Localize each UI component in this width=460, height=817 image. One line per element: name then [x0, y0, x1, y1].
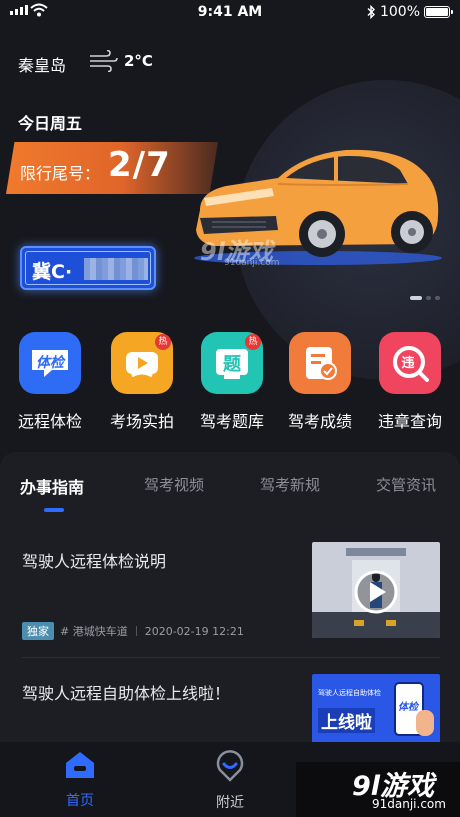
question-bank-icon: 题 热 — [201, 332, 263, 394]
carousel-dot[interactable] — [426, 296, 431, 300]
divider — [22, 657, 440, 658]
remote-check-icon: 体检 — [19, 332, 81, 394]
location-icon — [216, 750, 244, 782]
battery-icon — [424, 6, 453, 18]
tab-traffic-news[interactable]: 交管资讯 — [376, 474, 436, 495]
news-date: 2020-02-19 12:21 — [144, 624, 244, 638]
video-icon: 热 — [111, 332, 173, 394]
news-thumbnail — [312, 542, 440, 638]
status-bar: 9:41 AM 100% — [0, 0, 460, 26]
exclusive-badge: 独家 — [22, 622, 54, 640]
tab-indicator — [44, 508, 64, 512]
hot-badge: 热 — [245, 334, 261, 350]
city-name[interactable]: 秦皇岛 — [18, 52, 66, 76]
tab-exam-rules[interactable]: 驾考新规 — [260, 474, 320, 495]
tab-exam-video[interactable]: 驾考视频 — [144, 474, 204, 495]
service-remote-check[interactable]: 体检 远程体检 — [4, 332, 96, 432]
news-tabs: 办事指南 驾考视频 驾考新规 交管资讯 — [0, 474, 460, 504]
service-violation-check[interactable]: 违 违章查询 — [364, 332, 456, 432]
bluetooth-icon — [367, 5, 375, 19]
news-thumbnail: 驾驶人远程自助体检 上线啦 体检 — [312, 674, 440, 744]
tab-guide[interactable]: 办事指南 — [20, 474, 84, 498]
service-label: 远程体检 — [17, 412, 82, 431]
license-plate[interactable]: 冀C· — [20, 246, 156, 290]
violation-icon: 违 — [379, 332, 441, 394]
news-source: # 港城快车道 — [60, 625, 128, 638]
service-label: 违章查询 — [377, 412, 442, 431]
tabbar-label: 首页 — [66, 793, 94, 809]
tabbar-nearby[interactable]: 附近 — [190, 750, 270, 812]
carousel-dot[interactable] — [410, 296, 422, 300]
wind-icon — [90, 50, 118, 72]
service-label: 驾考题库 — [199, 412, 264, 431]
plate-number-masked — [84, 258, 148, 280]
watermark-domain-mid: 91danji.com — [224, 258, 280, 268]
restriction-numbers: 2/7 — [108, 145, 171, 185]
service-exam-score[interactable]: 驾考成绩 — [274, 332, 366, 432]
carousel-dot[interactable] — [435, 296, 440, 300]
restriction-label: 限行尾号： — [20, 164, 101, 183]
news-meta: 独家 # 港城快车道 2020-02-19 12:21 — [22, 622, 244, 640]
carousel-dots — [410, 296, 440, 300]
news-sheet: 办事指南 驾考视频 驾考新规 交管资讯 驾驶人远程体检说明 独家 # 港城快车道… — [0, 452, 460, 752]
home-icon — [66, 752, 94, 778]
weekday-label: 今日周五 — [18, 114, 83, 133]
service-exam-video[interactable]: 热 考场实拍 — [96, 332, 188, 432]
service-label: 考场实拍 — [109, 412, 174, 431]
watermark-domain: 91danji.com — [372, 797, 446, 811]
battery-percent: 100% — [379, 4, 420, 20]
news-title: 驾驶人远程自助体检上线啦！ — [22, 684, 231, 703]
score-icon — [289, 332, 351, 394]
tabbar-label: 附近 — [216, 795, 244, 811]
temperature: 2°C — [124, 52, 153, 70]
service-question-bank[interactable]: 题 热 驾考题库 — [186, 332, 278, 432]
tabbar-home[interactable]: 首页 — [40, 750, 120, 810]
hot-badge: 热 — [155, 334, 171, 350]
plate-prefix: 冀C· — [32, 261, 73, 283]
service-label: 驾考成绩 — [287, 412, 352, 431]
news-item[interactable]: 驾驶人远程体检说明 独家 # 港城快车道 2020-02-19 12:21 — [0, 542, 460, 652]
service-grid: 体检 远程体检 热 考场实拍 题 热 驾考题库 驾考成绩 违 违章查询 — [0, 332, 460, 432]
news-title: 驾驶人远程体检说明 — [22, 552, 167, 571]
